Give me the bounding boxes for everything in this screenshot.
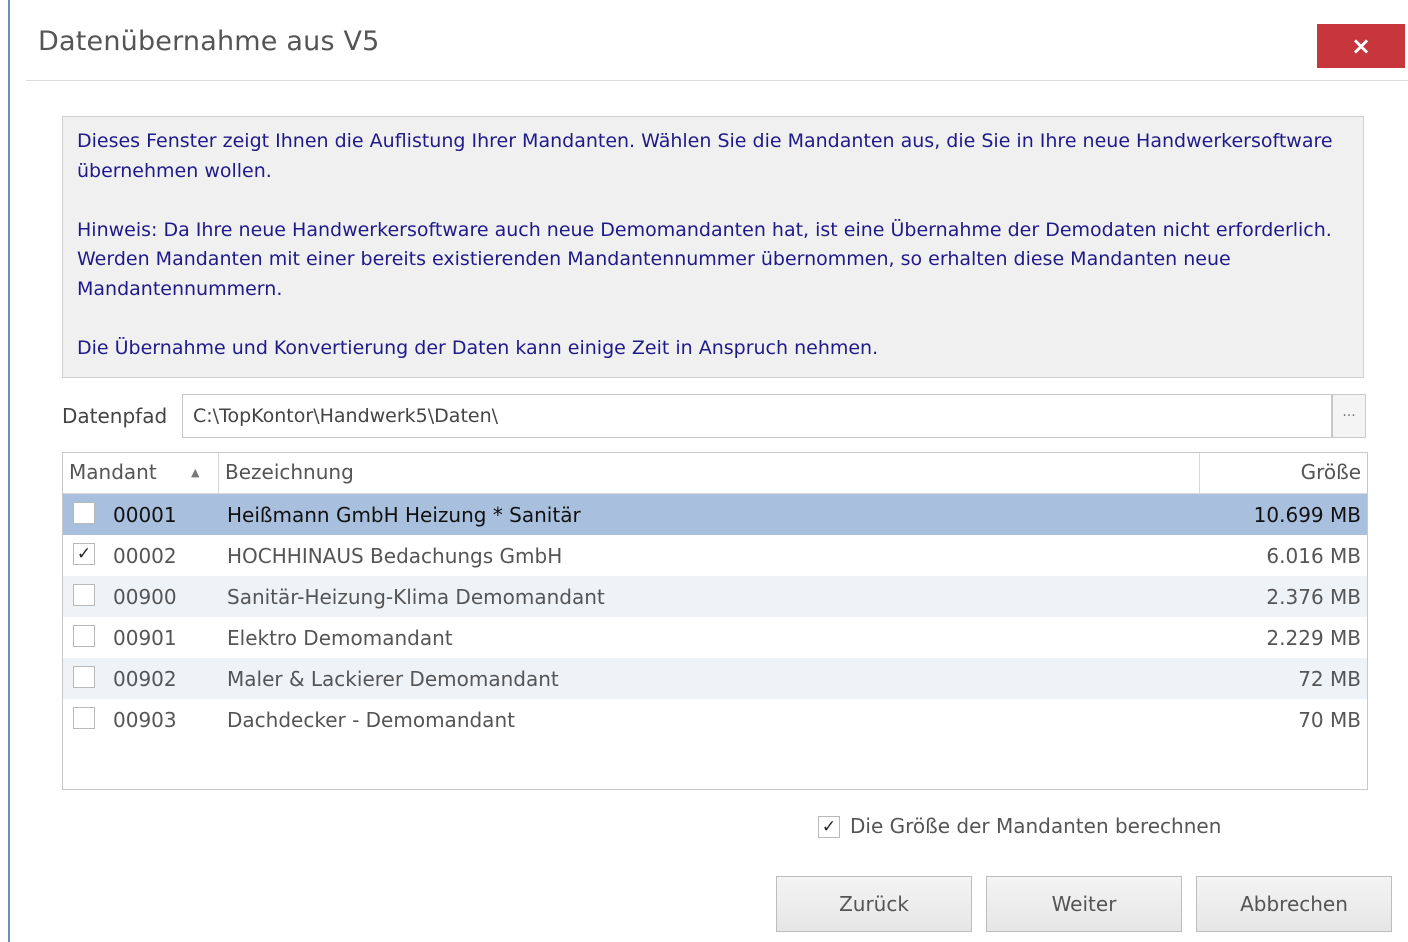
cancel-button[interactable]: Abbrechen xyxy=(1196,876,1392,932)
back-button[interactable]: Zurück xyxy=(776,876,972,932)
column-divider[interactable] xyxy=(218,453,219,493)
column-divider[interactable] xyxy=(1199,453,1200,493)
mandant-name: Dachdecker - Demomandant xyxy=(227,708,515,732)
next-button[interactable]: Weiter xyxy=(986,876,1182,932)
row-checkbox[interactable] xyxy=(73,666,95,688)
mandant-size: 2.376 MB xyxy=(1266,585,1361,609)
mandant-number: 00002 xyxy=(113,544,177,568)
table-row[interactable]: 00001 Heißmann GmbH Heizung * Sanitär 10… xyxy=(63,494,1367,535)
table-row[interactable]: 00900 Sanitär-Heizung-Klima Demomandant … xyxy=(63,576,1367,617)
column-header-groesse[interactable]: Größe xyxy=(1301,460,1361,484)
row-checkbox[interactable]: ✓ xyxy=(73,543,95,565)
calc-size-checkbox[interactable]: ✓ xyxy=(818,816,840,838)
table-header: Mandant ▲ Bezeichnung Größe xyxy=(63,453,1367,494)
mandant-size: 2.229 MB xyxy=(1266,626,1361,650)
row-checkbox[interactable] xyxy=(73,502,95,524)
table-row[interactable]: 00903 Dachdecker - Demomandant 70 MB xyxy=(63,699,1367,740)
column-header-mandant[interactable]: Mandant xyxy=(69,460,157,484)
mandant-number: 00902 xyxy=(113,667,177,691)
row-checkbox[interactable] xyxy=(73,707,95,729)
column-header-bezeichnung[interactable]: Bezeichnung xyxy=(225,460,354,484)
mandant-name: Maler & Lackierer Demomandant xyxy=(227,667,559,691)
row-checkbox[interactable] xyxy=(73,584,95,606)
dialog-window: Datenübernahme aus V5 × Dieses Fenster z… xyxy=(10,8,1408,942)
mandant-size: 70 MB xyxy=(1298,708,1361,732)
browse-button[interactable]: ··· xyxy=(1332,394,1366,438)
path-input[interactable]: C:\TopKontor\Handwerk5\Daten\ xyxy=(182,394,1332,438)
mandant-name: Heißmann GmbH Heizung * Sanitär xyxy=(227,503,581,527)
ellipsis-icon: ··· xyxy=(1342,408,1356,424)
table-row[interactable]: 00902 Maler & Lackierer Demomandant 72 M… xyxy=(63,658,1367,699)
mandant-size: 6.016 MB xyxy=(1266,544,1361,568)
info-box: Dieses Fenster zeigt Ihnen die Auflistun… xyxy=(62,116,1364,378)
path-label: Datenpfad xyxy=(62,404,168,428)
sort-ascending-icon[interactable]: ▲ xyxy=(191,466,199,479)
info-paragraph-2: Hinweis: Da Ihre neue Handwerkersoftware… xyxy=(77,218,1332,300)
dialog-title: Datenübernahme aus V5 xyxy=(38,26,380,57)
mandant-name: Sanitär-Heizung-Klima Demomandant xyxy=(227,585,605,609)
mandant-name: HOCHHINAUS Bedachungs GmbH xyxy=(227,544,563,568)
close-button[interactable]: × xyxy=(1317,24,1405,68)
info-paragraph-1: Dieses Fenster zeigt Ihnen die Auflistun… xyxy=(77,130,1333,182)
mandant-name: Elektro Demomandant xyxy=(227,626,453,650)
mandant-table: Mandant ▲ Bezeichnung Größe 00001 Heißma… xyxy=(62,452,1368,790)
close-icon: × xyxy=(1350,32,1372,60)
calc-size-label[interactable]: Die Größe der Mandanten berechnen xyxy=(850,814,1221,838)
mandant-number: 00001 xyxy=(113,503,177,527)
mandant-number: 00903 xyxy=(113,708,177,732)
mandant-size: 72 MB xyxy=(1298,667,1361,691)
table-row[interactable]: 00901 Elektro Demomandant 2.229 MB xyxy=(63,617,1367,658)
info-paragraph-3: Die Übernahme und Konvertierung der Date… xyxy=(77,336,879,359)
mandant-size: 10.699 MB xyxy=(1253,503,1361,527)
title-separator xyxy=(26,80,1408,81)
table-row[interactable]: ✓ 00002 HOCHHINAUS Bedachungs GmbH 6.016… xyxy=(63,535,1367,576)
row-checkbox[interactable] xyxy=(73,625,95,647)
mandant-number: 00900 xyxy=(113,585,177,609)
mandant-number: 00901 xyxy=(113,626,177,650)
